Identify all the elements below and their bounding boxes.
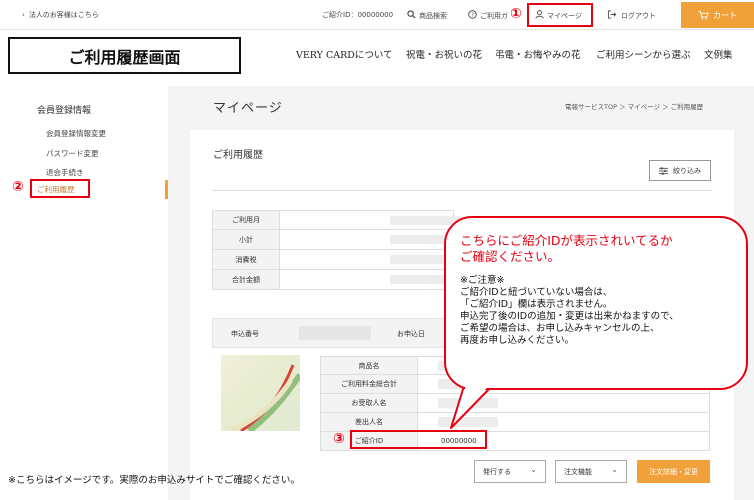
table-row: 小計 [212,230,460,250]
filter-icon [659,166,668,175]
product-search-link[interactable]: 商品検索 [407,10,447,21]
order-number-label: 申込番号 [231,330,259,338]
breadcrumb: 電報サービスTOP ＞ マイページ ＞ ご利用履歴 [565,103,704,111]
order-function-select[interactable]: 注文機能 ⌄ [555,460,627,483]
cart-button[interactable]: カート [681,2,754,28]
nav-celebration[interactable]: 祝電・お祝いの花 [406,47,482,61]
chevron-down-icon: ⌄ [530,465,537,474]
logout-icon [607,10,617,19]
sidebar-item-profile-edit[interactable]: 会員登録情報変更 [46,128,106,139]
sidebar-item-history[interactable]: ご利用履歴 [30,179,90,198]
summary-label: 消費税 [213,250,280,269]
ship-select[interactable]: 発行する ⌄ [474,460,546,483]
table-row: 合計金額 [212,270,460,290]
table-row: ご利用月 [212,210,460,230]
nav-examples[interactable]: 文例集 [704,47,733,61]
redacted-value [299,326,371,340]
section-title: ご利用履歴 [213,150,263,161]
search-icon [407,10,416,19]
redacted-value [390,216,460,225]
detail-label: ご利用料金総合計 [321,375,418,393]
chevron-down-icon: ⌄ [611,465,618,474]
filter-button[interactable]: 絞り込み [649,160,711,181]
user-icon [535,10,544,19]
redacted-value [438,398,498,408]
divider [212,190,712,191]
active-indicator [165,180,168,199]
help-icon: ? [468,10,477,19]
page-title: ご利用履歴画面 [8,37,241,74]
summary-table: ご利用月 小計 消費税 合計金額 [212,210,460,290]
summary-label: 小計 [213,230,280,249]
chevron-right-icon: › [22,11,25,19]
callout-headline-2: ご確認ください。 [460,249,561,264]
detail-label: 商品名 [321,357,418,374]
nav-very-card[interactable]: VERY CARDについて [296,47,393,61]
callout-headline-1: こちらにご紹介IDが表示されいてるか [460,233,673,248]
sidebar-heading: 会員登録情報 [37,106,92,116]
table-row: お受取人名 [320,394,710,413]
sidebar-item-withdraw[interactable]: 退会手続き [46,167,84,178]
table-row: 消費税 [212,250,460,270]
summary-label: 合計金額 [213,270,280,289]
step-3-marker: ③ [333,431,345,447]
footnote: ※こちらはイメージです。実際のお申込みサイトでご確認ください。 [8,475,300,486]
mypage-link[interactable]: マイページ [535,10,582,21]
sidebar-item-password[interactable]: パスワード変更 [46,148,99,159]
referral-id-highlight [350,430,487,449]
notice-callout: こちらにご紹介IDが表示されいてるか ご確認ください。 ※ご注意※ ご紹介IDと… [444,216,748,390]
card-design-image [229,364,300,431]
svg-text:?: ? [471,13,474,19]
order-detail-button[interactable]: 注文詳細・変更 [637,460,710,483]
mypage-title: マイページ [213,101,283,116]
help-link[interactable]: ? ご利用ガ [468,10,508,21]
summary-label: ご利用月 [213,211,280,229]
callout-body: ※ご注意※ ご紹介IDと紐づいていない場合は、 「ご紹介ID」欄は表示されません… [460,275,679,346]
logout-link[interactable]: ログアウト [607,10,656,21]
product-thumbnail [221,355,300,431]
redacted-value [438,417,498,427]
top-bar: › 法人のお客様はこちら ご紹介ID：00000000 商品検索 ? ご利用ガ ① … [0,0,754,30]
corporate-link[interactable]: › 法人のお客様はこちら [22,10,99,20]
referral-id-display: ご紹介ID：00000000 [322,11,394,19]
step-2-marker: ② [12,179,24,195]
detail-label: 差出人名 [321,413,418,431]
nav-condolence[interactable]: 弔電・お悔やみの花 [495,47,581,61]
order-header-row: 申込番号 お申込日 [212,318,454,348]
cart-icon [698,10,709,20]
nav-scene[interactable]: ご利用シーンから選ぶ [596,47,691,61]
detail-label: お受取人名 [321,394,418,412]
step-1-marker: ① [510,6,522,22]
order-date-label: お申込日 [397,330,425,338]
